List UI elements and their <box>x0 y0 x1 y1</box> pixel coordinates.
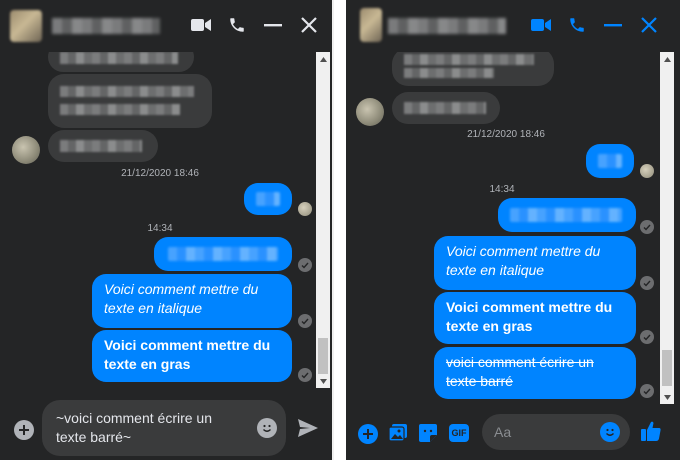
message-list[interactable]: 21/12/2020 18:46 14:34 Voici comment met… <box>0 52 316 396</box>
composer: ~voici comment écrire un texte barré~ <box>0 396 332 460</box>
delivered-check-icon <box>640 276 654 290</box>
scrollbar[interactable] <box>660 52 674 404</box>
scrollbar[interactable] <box>316 52 330 388</box>
send-icon[interactable] <box>297 417 319 439</box>
contact-avatar[interactable] <box>360 8 382 42</box>
delivered-check-icon <box>640 384 654 398</box>
delivered-check-icon <box>298 368 312 382</box>
scroll-down-arrow-icon[interactable] <box>316 374 330 388</box>
chat-window-right: 21/12/2020 18:46 14:34 Voici comment met… <box>346 0 680 460</box>
outgoing-message-redacted <box>498 198 636 232</box>
chat-window-left: 21/12/2020 18:46 14:34 Voici comment met… <box>0 0 334 460</box>
seen-avatar <box>640 164 654 178</box>
incoming-message-redacted <box>392 52 554 86</box>
timestamp: 14:34 <box>489 184 515 195</box>
scroll-down-arrow-icon[interactable] <box>660 390 674 404</box>
minimize-icon[interactable] <box>602 14 624 36</box>
incoming-message-redacted <box>48 52 194 72</box>
contact-avatar[interactable] <box>356 98 384 126</box>
gif-icon[interactable]: GIF <box>449 424 469 442</box>
plus-circle-icon[interactable] <box>14 420 34 440</box>
video-camera-icon[interactable] <box>530 14 552 36</box>
scroll-up-arrow-icon[interactable] <box>316 52 330 66</box>
scrollbar-thumb[interactable] <box>318 338 328 374</box>
incoming-message-redacted <box>392 92 500 124</box>
delivered-check-icon <box>298 258 312 272</box>
phone-icon[interactable] <box>566 14 588 36</box>
incoming-message-redacted <box>48 74 212 128</box>
outgoing-message: Voici comment mettre du texte en italiqu… <box>434 236 636 290</box>
delivered-check-icon <box>640 330 654 344</box>
video-camera-icon[interactable] <box>190 14 212 36</box>
composer: GIF Aa <box>346 406 680 460</box>
timestamp: 14:34 <box>147 223 173 234</box>
contact-name-redacted[interactable] <box>388 18 506 34</box>
outgoing-message-redacted <box>586 144 634 178</box>
plus-circle-icon[interactable] <box>358 424 378 444</box>
phone-icon[interactable] <box>226 14 248 36</box>
outgoing-message: Voici comment mettre du texte en gras <box>92 330 292 382</box>
incoming-message-redacted <box>48 130 158 162</box>
scroll-up-arrow-icon[interactable] <box>660 52 674 66</box>
emoji-icon[interactable] <box>600 422 620 442</box>
outgoing-message: Voici comment mettre du texte en gras <box>434 292 636 344</box>
delivered-check-icon <box>298 314 312 328</box>
message-list[interactable]: 21/12/2020 18:46 14:34 Voici comment met… <box>346 52 658 406</box>
seen-avatar <box>298 202 312 216</box>
delivered-check-icon <box>640 220 654 234</box>
thumbs-up-icon[interactable] <box>640 420 662 442</box>
message-input[interactable]: ~voici comment écrire un texte barré~ <box>42 400 286 456</box>
outgoing-message-redacted <box>244 183 292 215</box>
contact-name-redacted[interactable] <box>52 18 160 34</box>
sticker-icon[interactable] <box>418 423 438 443</box>
outgoing-message: Voici comment mettre du texte en italiqu… <box>92 274 292 328</box>
close-icon[interactable] <box>638 14 660 36</box>
chat-header <box>346 0 680 52</box>
outgoing-message-redacted <box>154 237 292 271</box>
contact-avatar[interactable] <box>10 10 42 42</box>
timestamp: 21/12/2020 18:46 <box>121 168 199 179</box>
timestamp: 21/12/2020 18:46 <box>467 129 545 140</box>
close-icon[interactable] <box>298 14 320 36</box>
scrollbar-thumb[interactable] <box>662 350 672 386</box>
outgoing-message: voici comment écrire un texte barré <box>434 347 636 399</box>
minimize-icon[interactable] <box>262 14 284 36</box>
emoji-icon[interactable] <box>257 418 277 438</box>
photo-icon[interactable] <box>388 423 408 443</box>
contact-avatar[interactable] <box>12 136 40 164</box>
chat-header <box>0 0 332 52</box>
